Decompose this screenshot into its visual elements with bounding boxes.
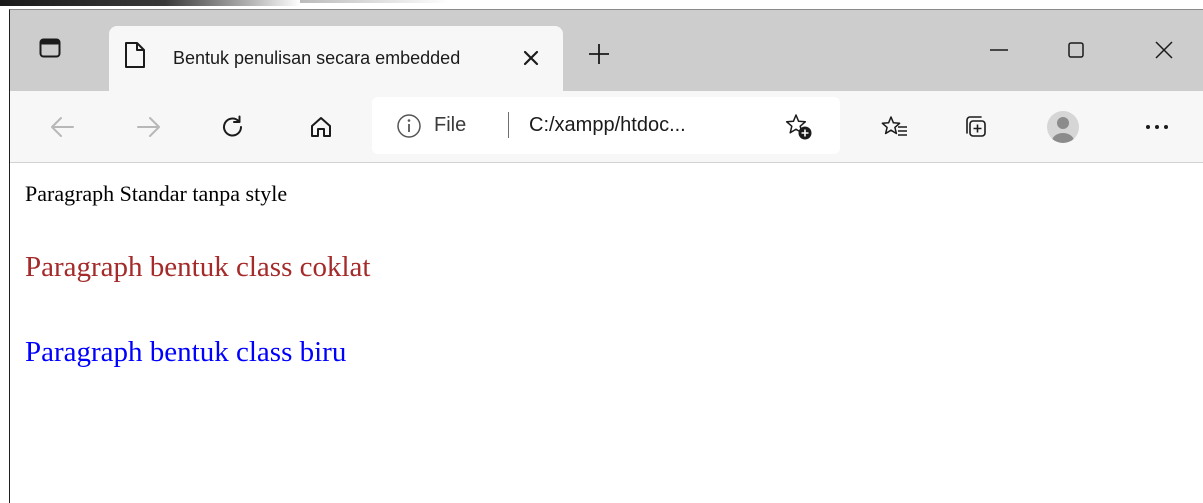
tab-title: Bentuk penulisan secara embedded bbox=[173, 48, 461, 68]
page-content: Paragraph Standar tanpa style Paragraph … bbox=[10, 164, 1203, 503]
minimize-button[interactable] bbox=[971, 30, 1027, 70]
maximize-button[interactable] bbox=[1048, 30, 1104, 70]
collections-button[interactable] bbox=[955, 107, 995, 147]
home-icon bbox=[311, 117, 331, 137]
minimize-icon bbox=[990, 49, 1008, 51]
tab-actions-icon bbox=[39, 38, 61, 58]
favorites-button[interactable] bbox=[875, 107, 915, 147]
home-button[interactable] bbox=[301, 107, 341, 147]
window-close-button[interactable] bbox=[1136, 30, 1192, 70]
collections-icon bbox=[966, 116, 986, 137]
desktop-background-strip bbox=[0, 0, 1203, 9]
tab-bar: Bentuk penulisan secara embedded bbox=[10, 10, 1203, 91]
close-icon bbox=[1155, 41, 1173, 59]
profile-button[interactable] bbox=[1043, 107, 1083, 147]
plus-icon bbox=[589, 44, 609, 64]
active-tab[interactable]: Bentuk penulisan secara embedded bbox=[109, 26, 563, 91]
paragraph-coklat: Paragraph bentuk class coklat bbox=[25, 251, 371, 283]
favorites-list-icon bbox=[881, 116, 907, 136]
background-artifact bbox=[0, 0, 300, 6]
new-tab-button[interactable] bbox=[579, 34, 619, 74]
maximize-icon bbox=[1068, 42, 1084, 58]
tab-close-button[interactable] bbox=[514, 43, 548, 73]
star-add-icon[interactable] bbox=[784, 112, 814, 142]
paragraph-standar: Paragraph Standar tanpa style bbox=[25, 181, 288, 206]
page-icon bbox=[125, 42, 145, 68]
ellipsis-icon bbox=[1146, 125, 1168, 129]
back-button[interactable] bbox=[42, 107, 82, 147]
profile-avatar-icon bbox=[1047, 111, 1079, 143]
arrow-right-icon bbox=[137, 117, 160, 137]
forward-button[interactable] bbox=[129, 107, 169, 147]
browser-window: Bentuk penulisan secara embedded File C:… bbox=[9, 9, 1203, 503]
more-button[interactable] bbox=[1137, 107, 1177, 147]
address-bar[interactable]: File C:/xampp/htdoc... bbox=[372, 97, 840, 154]
address-separator bbox=[508, 112, 509, 138]
arrow-left-icon bbox=[51, 117, 74, 137]
refresh-button[interactable] bbox=[213, 107, 253, 147]
background-artifact-fade bbox=[300, 0, 450, 3]
toolbar: File C:/xampp/htdoc... bbox=[10, 91, 1203, 163]
refresh-icon bbox=[223, 115, 242, 137]
site-scheme-label: File bbox=[434, 114, 467, 136]
tab-actions-button[interactable] bbox=[30, 28, 70, 68]
close-icon bbox=[523, 50, 539, 66]
paragraph-biru: Paragraph bentuk class biru bbox=[25, 336, 347, 368]
url-text[interactable]: C:/xampp/htdoc... bbox=[529, 112, 686, 139]
info-icon[interactable] bbox=[396, 113, 422, 139]
